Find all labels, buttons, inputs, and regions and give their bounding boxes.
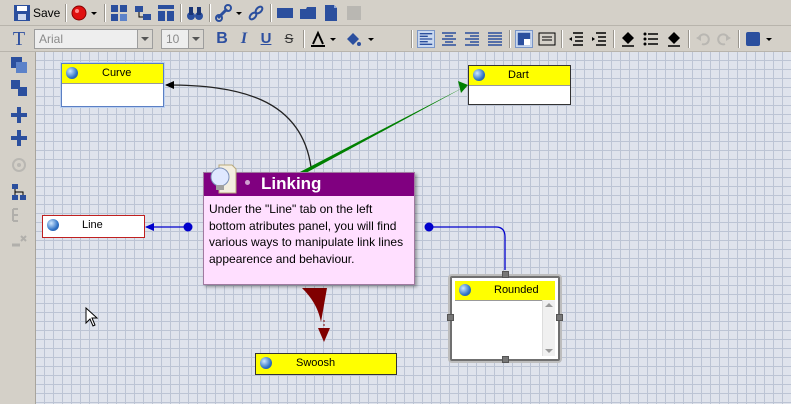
record-icon[interactable] xyxy=(70,4,88,22)
node-label: Curve xyxy=(102,67,132,79)
node-label: Rounded xyxy=(494,284,539,296)
chevron-down-icon[interactable] xyxy=(366,30,376,48)
hierarchy-icon[interactable] xyxy=(10,183,28,201)
align-center-icon[interactable] xyxy=(440,30,458,48)
italic-button[interactable]: I xyxy=(234,29,254,49)
chevron-down-icon[interactable] xyxy=(328,30,338,48)
chevron-down-icon[interactable] xyxy=(234,4,244,22)
swoosh-link[interactable] xyxy=(302,288,327,322)
node-label: Dart xyxy=(508,69,529,81)
note-body: Under the "Line" tab on the left bottom … xyxy=(209,202,404,266)
font-family-value: Arial xyxy=(39,32,64,46)
copy-style-icon[interactable] xyxy=(10,56,28,74)
globe-icon xyxy=(473,69,485,81)
dart-link[interactable] xyxy=(296,85,468,174)
diagram-canvas[interactable]: Curve Dart Line Rounded Swoosh Linking U… xyxy=(36,52,791,404)
node-header: Dart xyxy=(469,66,570,86)
node-label: Line xyxy=(82,219,103,231)
line-link-anchor xyxy=(183,222,193,232)
duplicate-icon[interactable] xyxy=(10,79,28,97)
note-title: Linking xyxy=(261,174,322,193)
text-box-icon[interactable] xyxy=(538,30,556,48)
node-rounded[interactable]: Rounded xyxy=(450,276,560,361)
rounded-link[interactable] xyxy=(429,226,506,270)
connect-icon[interactable] xyxy=(10,156,28,174)
align-right-icon[interactable] xyxy=(463,30,481,48)
rounded-link-anchor xyxy=(424,222,434,232)
globe-icon xyxy=(459,284,471,296)
mouse-cursor-icon xyxy=(85,307,99,327)
bullet-list-icon[interactable] xyxy=(642,30,660,48)
bold-button[interactable]: B xyxy=(212,29,232,49)
swoosh-arrowhead xyxy=(318,328,330,342)
save-button[interactable]: Save xyxy=(33,6,60,20)
delete-link-icon[interactable] xyxy=(10,233,28,251)
resize-handle[interactable] xyxy=(502,356,509,363)
bring-front-icon[interactable] xyxy=(619,30,637,48)
undo-icon[interactable] xyxy=(694,30,712,48)
chevron-down-icon[interactable] xyxy=(89,4,99,22)
dart-arrowhead xyxy=(458,81,468,93)
tree-layout-icon[interactable] xyxy=(10,206,28,224)
node-header: Swoosh xyxy=(256,354,396,374)
add-child-icon[interactable] xyxy=(10,129,28,147)
shape-style-icon[interactable] xyxy=(744,30,762,48)
resize-handle[interactable] xyxy=(447,314,454,321)
status-dot xyxy=(245,180,250,185)
document-icon[interactable] xyxy=(322,4,340,22)
link-edit-icon[interactable] xyxy=(215,4,233,22)
redo-icon[interactable] xyxy=(715,30,733,48)
align-left-icon[interactable] xyxy=(417,30,435,48)
node-header: Rounded xyxy=(455,281,555,301)
node-swoosh[interactable]: Swoosh xyxy=(255,353,397,375)
link-icon[interactable] xyxy=(247,4,265,22)
tool-sidebar xyxy=(0,52,36,404)
node-header: Line xyxy=(43,216,144,235)
add-node-icon[interactable] xyxy=(10,106,28,124)
linking-note[interactable]: Linking Under the "Line" tab on the left… xyxy=(203,164,415,285)
font-family-select[interactable]: Arial xyxy=(34,29,153,49)
text-icon[interactable]: T xyxy=(9,29,29,49)
font-color-icon[interactable] xyxy=(309,30,327,48)
chevron-down-icon[interactable] xyxy=(764,30,774,48)
send-back-icon[interactable] xyxy=(665,30,683,48)
node-header: Curve xyxy=(62,64,163,84)
node-scrollbar[interactable] xyxy=(542,300,555,356)
outdent-icon[interactable] xyxy=(567,30,585,48)
resize-handle[interactable] xyxy=(502,271,509,278)
globe-icon xyxy=(260,357,272,369)
font-size-select[interactable]: 10 xyxy=(161,29,204,49)
text-position-icon[interactable] xyxy=(515,30,533,48)
fill-bucket-icon[interactable] xyxy=(344,30,362,48)
node-curve[interactable]: Curve xyxy=(61,63,164,107)
resize-handle[interactable] xyxy=(556,314,563,321)
note-header: Linking xyxy=(204,164,414,196)
globe-icon xyxy=(66,67,78,79)
save-icon[interactable] xyxy=(13,4,31,22)
align-justify-icon[interactable] xyxy=(486,30,504,48)
font-size-value: 10 xyxy=(166,32,180,46)
layout-icon[interactable] xyxy=(157,4,175,22)
curve-link[interactable] xyxy=(165,81,312,168)
node-label: Swoosh xyxy=(296,357,336,369)
strikethrough-button[interactable]: S xyxy=(279,29,299,49)
globe-icon xyxy=(47,219,59,231)
underline-button[interactable]: U xyxy=(256,29,276,49)
group-icon[interactable] xyxy=(134,4,152,22)
folder-icon[interactable] xyxy=(299,4,317,22)
binoculars-icon[interactable] xyxy=(186,4,204,22)
node-line[interactable]: Line xyxy=(42,215,145,238)
shape-icon[interactable] xyxy=(276,4,294,22)
indent-icon[interactable] xyxy=(590,30,608,48)
node-dart[interactable]: Dart xyxy=(468,65,571,105)
lightbulb-icon xyxy=(210,164,237,194)
format-toolbar: T Arial 10 B I U S xyxy=(0,26,791,52)
add-node-icon[interactable] xyxy=(110,4,128,22)
main-toolbar: Save xyxy=(0,0,791,26)
print-icon[interactable] xyxy=(345,4,363,22)
